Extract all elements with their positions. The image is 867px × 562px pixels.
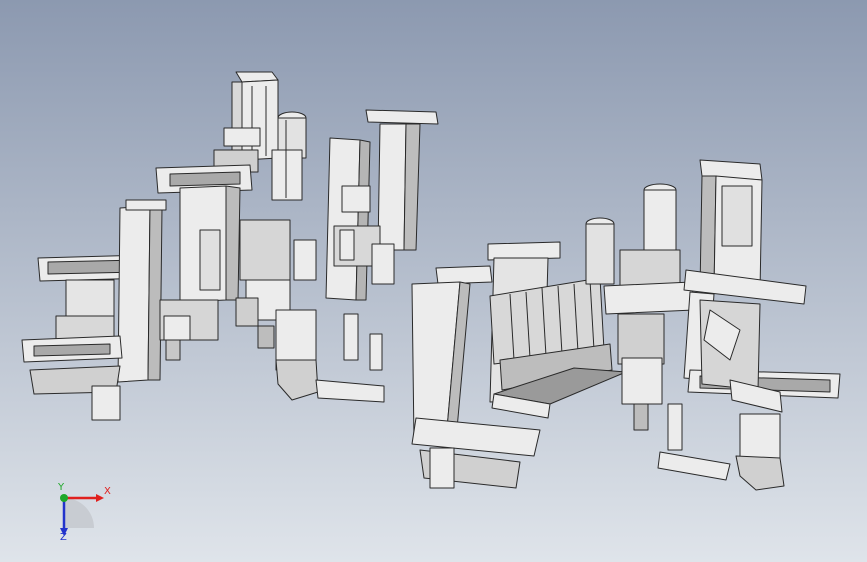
triad-x-label: X bbox=[104, 486, 111, 497]
assembly-scene[interactable] bbox=[0, 0, 867, 562]
triad-y-label: Y bbox=[58, 482, 65, 493]
triad-z-label: Z bbox=[60, 532, 67, 543]
cad-viewport[interactable]: X Y Z bbox=[0, 0, 867, 562]
right-tall-column[interactable] bbox=[699, 159, 763, 293]
